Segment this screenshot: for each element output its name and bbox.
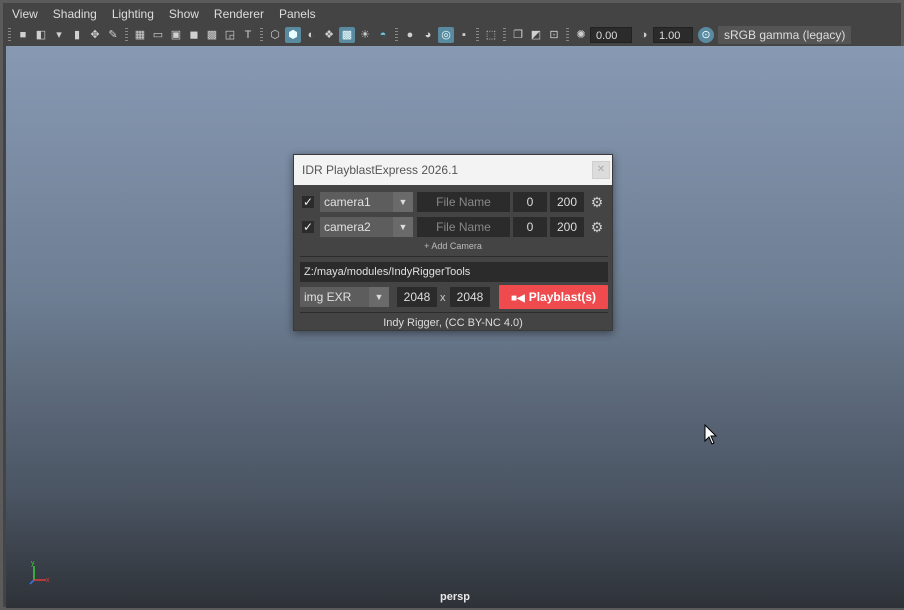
start-frame-input[interactable]: 0 (513, 217, 547, 237)
width-input[interactable]: 2048 (397, 287, 437, 307)
playblast-button[interactable]: ■◀ Playblast(s) (499, 285, 608, 309)
anti-aliasing-icon[interactable]: ◕ (420, 27, 436, 43)
end-frame-input[interactable]: 200 (550, 217, 584, 237)
file-name-input[interactable]: File Name (417, 192, 510, 212)
playblast-button-label: Playblast(s) (528, 290, 597, 304)
motion-blur-icon[interactable]: ● (402, 27, 418, 43)
file-name-input[interactable]: File Name (417, 217, 510, 237)
grease-pencil-icon[interactable]: ✎ (105, 27, 121, 43)
depth-of-field-icon[interactable]: ◎ (438, 27, 454, 43)
camera-dropdown-value: camera1 (324, 195, 371, 209)
menu-renderer[interactable]: Renderer (211, 7, 270, 21)
textured-icon[interactable]: ❖ (321, 27, 337, 43)
dialog-title: IDR PlayblastExpress 2026.1 (302, 163, 459, 177)
format-dropdown-value: img EXR (304, 290, 352, 304)
menu-view[interactable]: View (9, 7, 44, 21)
gear-icon[interactable]: ⚙ (589, 194, 605, 210)
color-space-dropdown[interactable]: sRGB gamma (legacy) (718, 26, 852, 44)
camera-enable-checkbox[interactable]: ✓ (302, 221, 314, 233)
axis-gizmo-icon: y x (29, 560, 50, 585)
maya-panel-frame: View Shading Lighting Show Renderer Pane… (0, 0, 904, 610)
toolbar-grip[interactable] (260, 28, 263, 42)
camera-row: ✓ camera1 ▼ File Name 0 200 ⚙ (300, 192, 608, 212)
add-camera-button[interactable]: + Add Camera (294, 241, 612, 251)
axis-y-label: y (31, 560, 35, 567)
gear-icon[interactable]: ⚙ (589, 219, 605, 235)
camera-dropdown[interactable]: camera1 ▼ (320, 192, 413, 212)
view-transform-icon[interactable]: ⊙ (698, 27, 714, 43)
xray-joints-icon[interactable]: ❐ (510, 27, 526, 43)
gate-mask-icon[interactable]: ◼ (186, 27, 202, 43)
isolate-select-icon[interactable]: ▪ (456, 27, 472, 43)
use-all-lights-icon[interactable]: ▩ (339, 27, 355, 43)
gamma-field[interactable]: 1.00 (653, 27, 693, 43)
menu-shading[interactable]: Shading (50, 7, 103, 21)
camera-dropdown-value: camera2 (324, 220, 371, 234)
toolbar-grip[interactable] (8, 28, 11, 42)
toolbar-grip[interactable] (125, 28, 128, 42)
screen-space-ao-icon[interactable]: ◓ (375, 27, 391, 43)
color-management-icon[interactable]: ⊡ (546, 27, 562, 43)
image-plane-icon[interactable]: ▮ (69, 27, 85, 43)
chevron-down-icon: ▼ (393, 192, 413, 212)
camera-dropdown[interactable]: camera2 ▼ (320, 217, 413, 237)
panel-menubar: View Shading Lighting Show Renderer Pane… (3, 3, 901, 24)
backface-culling-icon[interactable]: ◩ (528, 27, 544, 43)
camera-row: ✓ camera2 ▼ File Name 0 200 ⚙ (300, 217, 608, 237)
dialog-title-bar[interactable]: IDR PlayblastExpress 2026.1 ✕ (294, 155, 612, 185)
safe-title-icon[interactable]: T (240, 27, 256, 43)
mouse-cursor-icon (704, 424, 718, 445)
close-button[interactable]: ✕ (592, 161, 610, 179)
default-material-icon[interactable]: ◐ (303, 27, 319, 43)
toolbar-grip[interactable] (395, 28, 398, 42)
camera-select-icon[interactable]: ■ (15, 27, 31, 43)
gamma-icon[interactable]: ◑ (636, 27, 652, 43)
divider (300, 256, 608, 257)
video-camera-icon: ■◀ (510, 293, 525, 304)
camera-name-label: persp (440, 591, 470, 603)
smooth-shade-icon[interactable]: ⬢ (285, 27, 301, 43)
grid-icon[interactable]: ▦ (132, 27, 148, 43)
height-input[interactable]: 2048 (450, 287, 490, 307)
menu-panels[interactable]: Panels (276, 7, 322, 21)
safe-action-icon[interactable]: ◲ (222, 27, 238, 43)
playblast-express-dialog: IDR PlayblastExpress 2026.1 ✕ ✓ camera1 … (293, 154, 613, 331)
chevron-down-icon: ▼ (393, 217, 413, 237)
shadows-icon[interactable]: ☀ (357, 27, 373, 43)
camera-enable-checkbox[interactable]: ✓ (302, 196, 314, 208)
resolution-gate-icon[interactable]: ▣ (168, 27, 184, 43)
output-path-input[interactable]: Z:/maya/modules/IndyRiggerTools (300, 262, 608, 282)
xray-icon[interactable]: ⬚ (483, 27, 499, 43)
divider (300, 312, 608, 313)
chevron-down-icon: ▼ (369, 287, 389, 307)
bookmark-icon[interactable]: ▾ (51, 27, 67, 43)
size-separator: x (440, 292, 446, 304)
exposure-icon[interactable]: ✺ (573, 27, 589, 43)
toolbar-grip[interactable] (503, 28, 506, 42)
close-icon: ✕ (596, 164, 606, 175)
toolbar-grip[interactable] (566, 28, 569, 42)
axis-x-label: x (46, 577, 50, 584)
menu-lighting[interactable]: Lighting (109, 7, 160, 21)
film-gate-icon[interactable]: ▭ (150, 27, 166, 43)
end-frame-input[interactable]: 200 (550, 192, 584, 212)
toolbar-grip[interactable] (476, 28, 479, 42)
wireframe-icon[interactable]: ⬡ (267, 27, 283, 43)
format-dropdown[interactable]: img EXR ▼ (300, 287, 389, 307)
menu-show[interactable]: Show (166, 7, 205, 21)
camera-attr-icon[interactable]: ◧ (33, 27, 49, 43)
start-frame-input[interactable]: 0 (513, 192, 547, 212)
field-chart-icon[interactable]: ▩ (204, 27, 220, 43)
panel-toolbar: ■ ◧ ▾ ▮ ✥ ✎ ▦ ▭ ▣ ◼ ▩ ◲ T ⬡ ⬢ ◐ ❖ ▩ ☀ ◓ … (3, 24, 901, 46)
2d-pan-icon[interactable]: ✥ (87, 27, 103, 43)
credit-label: Indy Rigger, (CC BY-NC 4.0) (383, 317, 523, 329)
exposure-field[interactable]: 0.00 (590, 27, 632, 43)
